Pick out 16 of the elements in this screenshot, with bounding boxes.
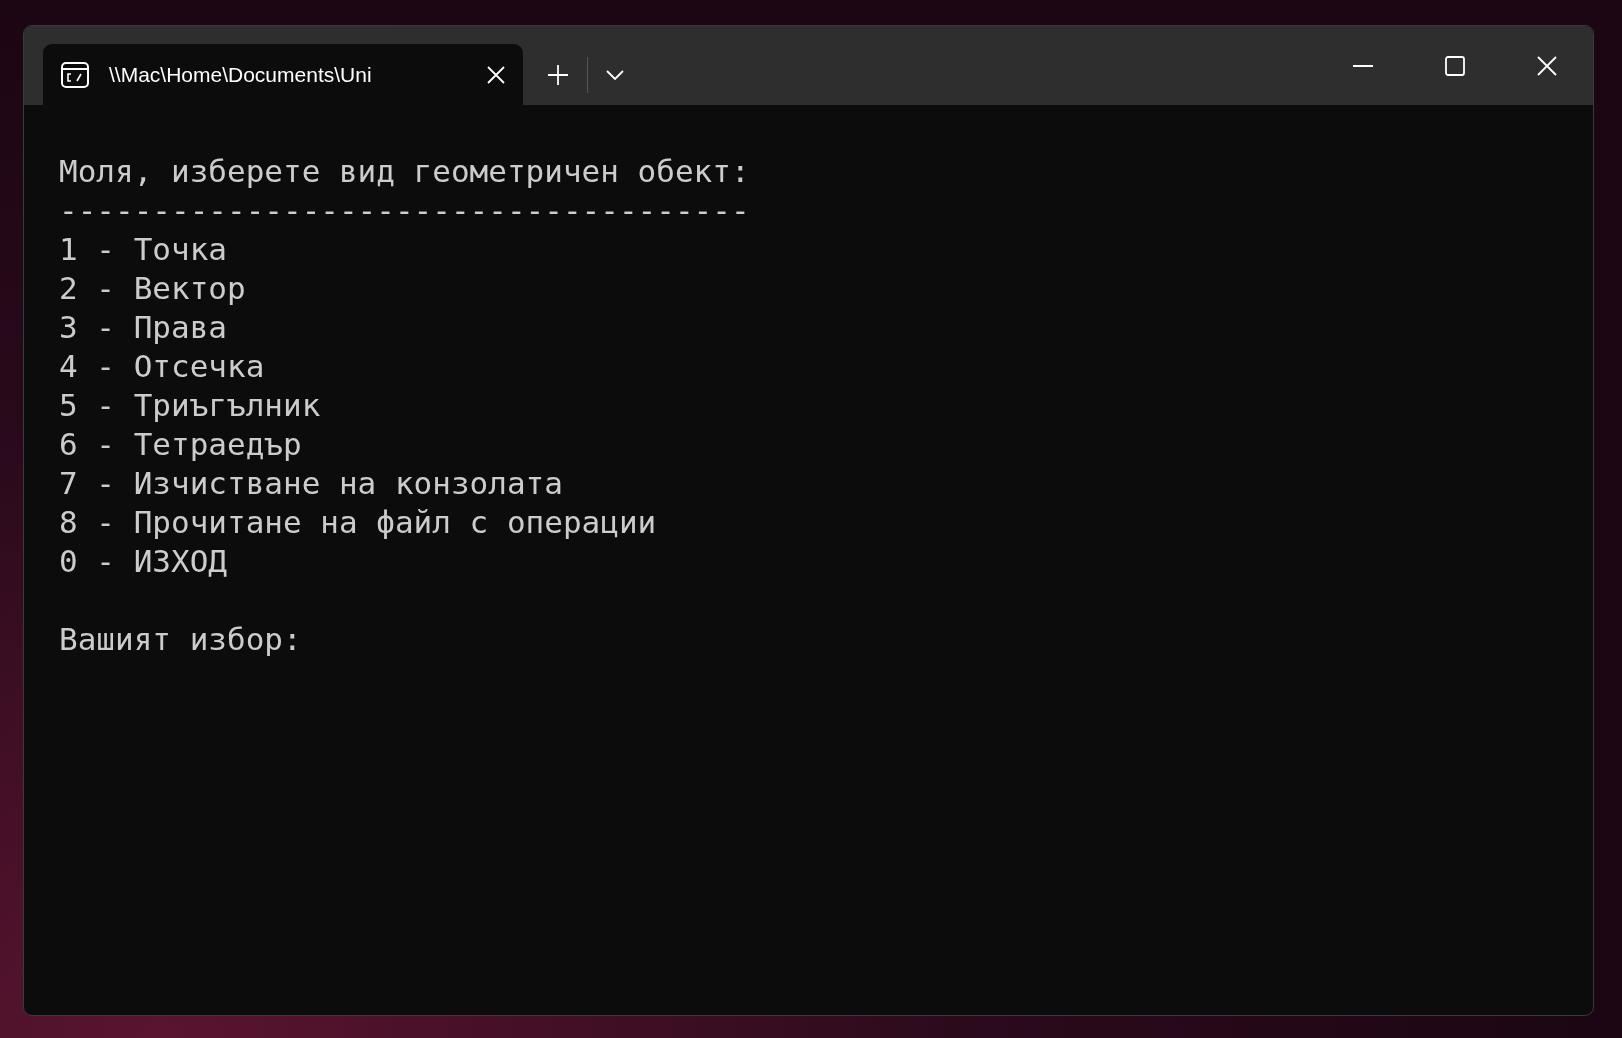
console-line: 0 - ИЗХОД bbox=[59, 542, 227, 581]
console-line: 7 - Изчистване на конзолата bbox=[59, 464, 563, 503]
terminal-tab[interactable]: \\Mac\Home\Documents\Uni bbox=[43, 44, 523, 105]
console-line: 3 - Права bbox=[59, 308, 227, 347]
console-line: 1 - Точка bbox=[59, 230, 227, 269]
console-line: Вашият избор: bbox=[59, 620, 302, 659]
console-line: Моля, изберете вид геометричен обект: bbox=[59, 152, 750, 191]
close-tab-icon[interactable] bbox=[487, 65, 505, 84]
console-line: ------------------------------------- bbox=[59, 191, 750, 230]
console-line: 6 - Тетраедър bbox=[59, 425, 302, 464]
console-line: 5 - Триъгълник bbox=[59, 386, 321, 425]
console-line: 8 - Прочитане на файл с операции bbox=[59, 503, 657, 542]
tab-title: \\Mac\Home\Documents\Uni bbox=[109, 61, 373, 88]
console-icon bbox=[61, 61, 89, 88]
console-line: 2 - Вектор bbox=[59, 269, 246, 308]
console-line: 4 - Отсечка bbox=[59, 347, 265, 386]
